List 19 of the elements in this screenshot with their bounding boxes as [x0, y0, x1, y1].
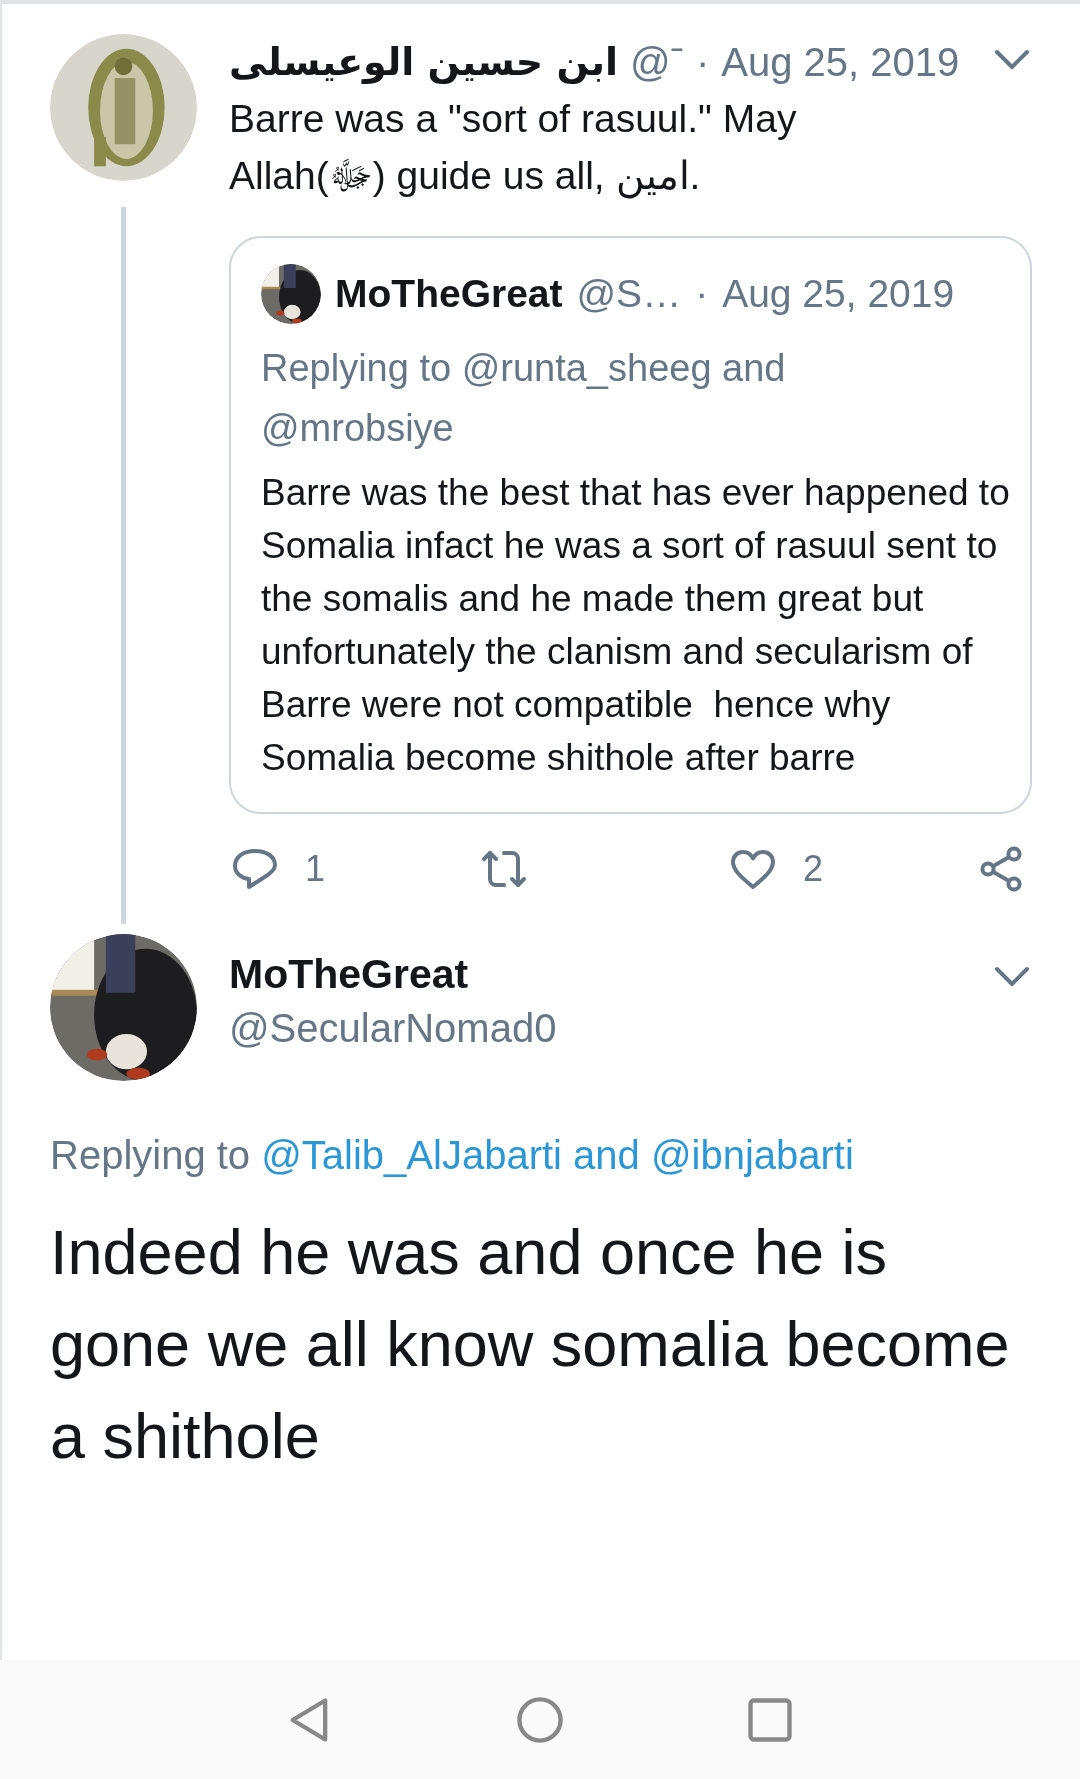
tweet-text: Barre was a "sort of rasuul." May Allah(ﷻ) guide us all, امين.: [229, 96, 798, 201]
count-label: 2: [803, 848, 824, 890]
count-label: 1: [305, 848, 326, 890]
replying-text: Replying to @Talib_AlJabarti and @ibnjabarti: [50, 1133, 855, 1178]
quoted-tweet-card[interactable]: [229, 236, 1032, 814]
tweet-text: Indeed he was and once he is gone we all know somalia become a shithole: [50, 1216, 1010, 1473]
mention-link[interactable]: @Talib_AlJabarti and @ibnjabarti: [261, 1133, 854, 1177]
separator-dot: ·: [695, 39, 710, 85]
author-name: MoTheGreat: [229, 950, 470, 998]
author-handle: @SecularNomad0: [229, 1005, 558, 1051]
tweet-date: Aug 25, 2019: [721, 39, 960, 85]
author-name: MoTheGreat: [335, 272, 563, 316]
tweet-date: Aug 25, 2019: [722, 272, 955, 316]
separator-dot: ·: [695, 272, 709, 316]
author-handle: @ˉ: [629, 39, 684, 85]
replying-text: Replying to @runta_sheeg and @mrobsiye: [261, 346, 787, 451]
quoted-tweet-text: Barre was the best that has ever happened to Somalia infact he was a sort of rasuul sent to the somalis and he made them great but unfortunately the clanism and secularism of Barre were not compatible hence why Somalia become shithole after barre: [261, 471, 1011, 780]
author-name: ابن حسين الوعيسلى: [229, 40, 618, 84]
author-handle: @S…: [576, 272, 682, 316]
